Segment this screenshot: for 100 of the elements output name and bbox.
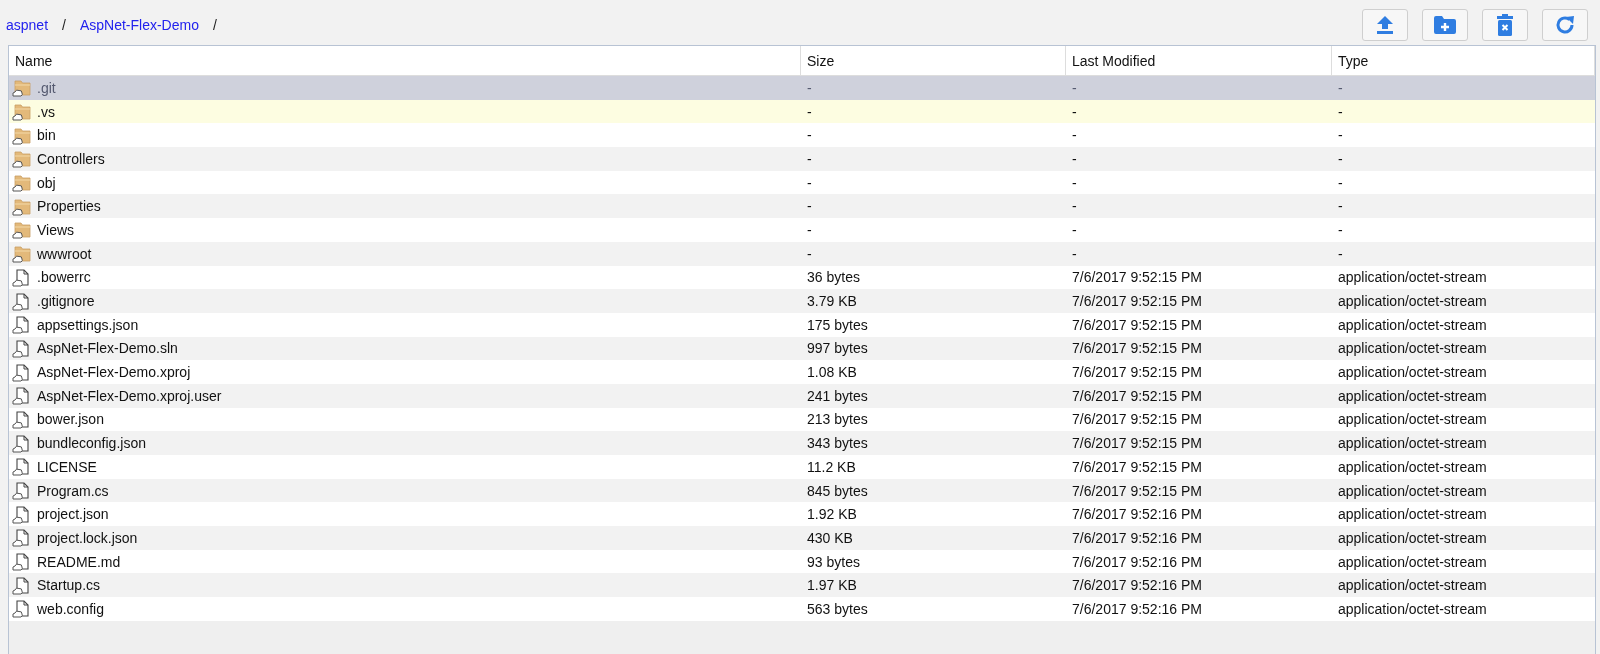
file-name: AspNet-Flex-Demo.sln [37,340,178,357]
file-icon [11,267,31,287]
file-icon [11,338,31,358]
size-cell-text: 1.97 KB [806,576,858,596]
type-cell-text: application/octet-stream [1337,457,1488,477]
file-icon [11,433,31,453]
file-name: AspNet-Flex-Demo.xproj [37,364,191,381]
modified-cell-text: 7/6/2017 9:52:15 PM [1071,481,1203,501]
file-name: Properties [37,198,101,215]
modified-cell-text: 7/6/2017 9:52:15 PM [1071,339,1203,359]
size-cell-text: - [806,149,813,169]
size-cell-text: 563 bytes [806,599,869,619]
type-cell-text: application/octet-stream [1337,386,1488,406]
file-icon [11,362,31,382]
file-name: Controllers [37,150,105,167]
file-row[interactable]: .vs - - - [9,99,1595,124]
modified-cell-text: - [1071,149,1078,169]
size-cell-text: 1.08 KB [806,363,858,383]
file-name: appsettings.json [37,316,139,333]
file-row[interactable]: obj - - - [9,170,1595,195]
size-cell-text: 36 bytes [806,268,861,288]
folder-icon [11,125,31,145]
breadcrumb-separator: / [212,16,217,33]
modified-cell-text: 7/6/2017 9:52:15 PM [1071,410,1203,430]
file-row[interactable]: .bowerrc 36 bytes 7/6/2017 9:52:15 PM application/octet-stream [9,265,1595,290]
file-name: project.json [37,506,109,523]
file-icon [11,409,31,429]
modified-cell-text: - [1071,126,1078,146]
refresh-button[interactable] [1542,8,1588,41]
file-row[interactable]: LICENSE 11.2 KB 7/6/2017 9:52:15 PM application/octet-stream [9,455,1595,479]
type-cell-text: application/octet-stream [1337,268,1488,288]
file-name: LICENSE [37,458,97,475]
type-cell-text: - [1337,220,1344,240]
modified-cell-text: 7/6/2017 9:52:15 PM [1071,457,1203,477]
modified-cell-text: 7/6/2017 9:52:16 PM [1071,552,1203,572]
file-icon [11,599,31,619]
breadcrumb-link[interactable]: AspNet-Flex-Demo [79,16,199,33]
modified-cell-text: 7/6/2017 9:52:16 PM [1071,576,1203,596]
file-row[interactable]: bin - - - [9,123,1595,148]
size-cell-text: - [806,197,813,217]
type-cell-text: - [1337,244,1344,264]
breadcrumb-separator: / [62,16,66,33]
file-name: bin [37,127,56,144]
file-row[interactable]: README.md 93 bytes 7/6/2017 9:52:16 PM application/octet-stream [9,549,1595,574]
new-folder-button[interactable] [1422,8,1468,41]
folder-icon [11,196,31,216]
column-header[interactable]: Size [801,46,1066,75]
upload-button[interactable] [1362,8,1408,41]
modified-cell-text: - [1071,173,1078,193]
file-name: .git [37,79,56,96]
column-header[interactable]: Name [9,46,801,75]
size-cell-text: 241 bytes [806,386,869,406]
column-header[interactable]: Last Modified [1066,46,1332,75]
file-name: bower.json [37,411,104,428]
file-name: .bowerrc [37,269,91,286]
file-row[interactable]: AspNet-Flex-Demo.xproj 1.08 KB 7/6/2017 9:52:15 PM application/octet-stream [9,360,1595,384]
file-icon [11,386,31,406]
file-row[interactable]: Views - - - [9,218,1595,242]
file-icon [11,528,31,548]
folder-icon [11,102,31,122]
file-icon [11,575,31,595]
column-header[interactable]: Type [1332,46,1595,75]
size-cell-text: 845 bytes [806,481,869,501]
modified-cell-text: 7/6/2017 9:52:15 PM [1071,386,1203,406]
breadcrumb-link[interactable]: aspnet [6,16,49,33]
size-cell-text: 175 bytes [806,315,869,335]
file-icon [11,481,31,501]
file-row[interactable]: project.json 1.92 KB 7/6/2017 9:52:16 PM application/octet-stream [9,502,1595,527]
modified-cell-text: 7/6/2017 9:52:15 PM [1071,434,1203,454]
file-row[interactable]: .git - - - [9,76,1595,100]
size-cell-text: 430 KB [806,528,854,548]
file-name: Views [37,221,75,238]
type-cell-text: application/octet-stream [1337,599,1488,619]
modified-cell-text: 7/6/2017 9:52:15 PM [1071,315,1203,335]
modified-cell-text: - [1071,244,1078,264]
size-cell-text: - [806,126,813,146]
modified-cell-text: - [1071,197,1078,217]
file-row[interactable]: bower.json 213 bytes 7/6/2017 9:52:15 PM application/octet-stream [9,407,1595,432]
file-row[interactable]: appsettings.json 175 bytes 7/6/2017 9:52:15 PM application/octet-stream [9,312,1595,337]
upload-icon [1375,14,1395,35]
type-cell-text: application/octet-stream [1337,576,1488,596]
file-row[interactable]: web.config 563 bytes 7/6/2017 9:52:16 PM application/octet-stream [9,597,1595,621]
file-icon [11,457,31,477]
size-cell-text: - [806,220,813,240]
folder-icon [11,78,31,98]
modified-cell-text: 7/6/2017 9:52:15 PM [1071,268,1203,288]
modified-cell-text: - [1071,220,1078,240]
file-name: project.lock.json [37,529,138,546]
size-cell-text: 997 bytes [806,339,869,359]
file-name: Program.cs [37,482,109,499]
modified-cell-text: 7/6/2017 9:52:15 PM [1071,292,1203,312]
new-folder-icon [1433,14,1457,35]
type-cell-text: - [1337,102,1344,122]
size-cell-text: 213 bytes [806,410,869,430]
modified-cell-text: 7/6/2017 9:52:15 PM [1071,363,1203,383]
type-cell-text: application/octet-stream [1337,505,1488,525]
type-cell-text: - [1337,173,1344,193]
type-cell-text: - [1337,149,1344,169]
delete-button[interactable] [1482,8,1528,41]
file-icon [11,552,31,572]
